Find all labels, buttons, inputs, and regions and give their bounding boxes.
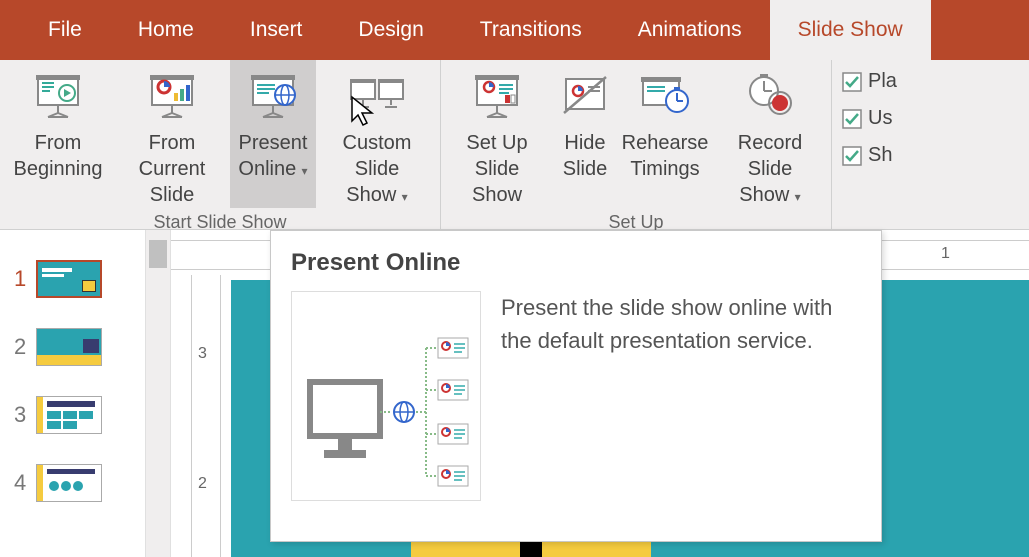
checkbox-label: Pla bbox=[868, 70, 897, 93]
from-beginning-icon bbox=[30, 66, 86, 126]
present-online-button[interactable]: Present Online ▾ bbox=[230, 60, 316, 208]
thumbnail-preview bbox=[36, 464, 102, 502]
tab-insert[interactable]: Insert bbox=[222, 0, 331, 60]
record-slide-show-button[interactable]: Record Slide Show ▾ bbox=[711, 60, 829, 208]
rehearse-timings-icon bbox=[637, 66, 693, 126]
ruler-tick: 1 bbox=[941, 245, 950, 263]
custom-slide-show-button[interactable]: Custom Slide Show ▾ bbox=[316, 60, 438, 208]
ribbon: From Beginning From Current Slide Presen… bbox=[0, 60, 1029, 230]
group-set-up: Set Up Slide Show Hide Slide Rehearse Ti… bbox=[441, 60, 832, 229]
dropdown-arrow-icon: ▾ bbox=[791, 190, 800, 204]
thumbnail-preview bbox=[36, 396, 102, 434]
btn-label: Online ▾ bbox=[238, 156, 307, 182]
show-media-controls-checkbox[interactable]: Sh bbox=[842, 144, 897, 167]
slide-thumbnail-3[interactable]: 3 bbox=[14, 396, 145, 434]
present-online-icon bbox=[245, 66, 301, 126]
ruler-tick: 3 bbox=[198, 345, 207, 363]
btn-label: Timings bbox=[630, 156, 699, 182]
tooltip-title: Present Online bbox=[291, 249, 861, 277]
tab-slideshow[interactable]: Slide Show bbox=[770, 0, 931, 60]
checkbox-checked-icon bbox=[842, 146, 862, 166]
btn-label: Set Up bbox=[466, 130, 527, 156]
hide-slide-button[interactable]: Hide Slide bbox=[551, 60, 619, 208]
btn-label: Current Slide bbox=[118, 156, 226, 208]
dropdown-arrow-icon: ▾ bbox=[298, 164, 307, 178]
btn-label: Slide bbox=[563, 156, 607, 182]
btn-label: Slide Show bbox=[447, 156, 547, 208]
tooltip-illustration bbox=[291, 291, 481, 501]
tab-file[interactable]: File bbox=[20, 0, 110, 60]
from-current-slide-icon bbox=[144, 66, 200, 126]
slide-number: 4 bbox=[14, 470, 26, 496]
tooltip-text: Present the slide show online with the d… bbox=[501, 291, 861, 501]
from-beginning-button[interactable]: From Beginning bbox=[2, 60, 114, 208]
use-timings-checkbox[interactable]: Us bbox=[842, 107, 897, 130]
btn-label: Hide bbox=[564, 130, 605, 156]
btn-label: Rehearse bbox=[622, 130, 709, 156]
scrollbar-thumb[interactable] bbox=[149, 240, 167, 268]
thumbnail-preview bbox=[36, 328, 102, 366]
slide-thumbnail-1[interactable]: 1 bbox=[14, 260, 145, 298]
record-slide-show-icon bbox=[742, 66, 798, 126]
rehearse-timings-button[interactable]: Rehearse Timings bbox=[619, 60, 711, 208]
hide-slide-icon bbox=[560, 66, 610, 126]
checkbox-label: Us bbox=[868, 107, 892, 130]
thumbnail-scrollbar[interactable] bbox=[145, 230, 171, 557]
vertical-ruler: 3 2 bbox=[191, 275, 221, 557]
ribbon-tabstrip: File Home Insert Design Transitions Anim… bbox=[0, 0, 1029, 60]
btn-label: Present bbox=[239, 130, 308, 156]
btn-label: Record Slide bbox=[715, 130, 825, 182]
group-start-slide-show: From Beginning From Current Slide Presen… bbox=[0, 60, 441, 229]
btn-label: Beginning bbox=[14, 156, 103, 182]
slide-number: 1 bbox=[14, 266, 26, 292]
dropdown-arrow-icon: ▾ bbox=[398, 190, 407, 204]
slide-number: 3 bbox=[14, 402, 26, 428]
tab-animations[interactable]: Animations bbox=[610, 0, 770, 60]
slide-thumbnail-4[interactable]: 4 bbox=[14, 464, 145, 502]
slide-number: 2 bbox=[14, 334, 26, 360]
custom-slide-show-icon bbox=[347, 66, 407, 126]
btn-label: From bbox=[35, 130, 82, 156]
slide-thumbnail-2[interactable]: 2 bbox=[14, 328, 145, 366]
ruler-tick: 2 bbox=[198, 475, 207, 493]
btn-label: Custom Slide bbox=[320, 130, 434, 182]
tab-transitions[interactable]: Transitions bbox=[452, 0, 610, 60]
tab-design[interactable]: Design bbox=[330, 0, 451, 60]
btn-label: From bbox=[149, 130, 196, 156]
thumbnail-preview bbox=[36, 260, 102, 298]
checkbox-label: Sh bbox=[868, 144, 892, 167]
set-up-slide-show-button[interactable]: Set Up Slide Show bbox=[443, 60, 551, 208]
set-up-slide-show-icon bbox=[469, 66, 525, 126]
checkbox-column: Pla Us Sh bbox=[832, 60, 897, 229]
btn-label: Show ▾ bbox=[346, 182, 407, 208]
checkbox-checked-icon bbox=[842, 109, 862, 129]
slide-thumbnail-panel: 1 2 3 4 bbox=[0, 230, 145, 557]
from-current-slide-button[interactable]: From Current Slide bbox=[114, 60, 230, 208]
present-online-tooltip: Present Online Present th bbox=[270, 230, 882, 542]
play-narrations-checkbox[interactable]: Pla bbox=[842, 70, 897, 93]
tab-home[interactable]: Home bbox=[110, 0, 222, 60]
checkbox-checked-icon bbox=[842, 72, 862, 92]
btn-label: Show ▾ bbox=[739, 182, 800, 208]
